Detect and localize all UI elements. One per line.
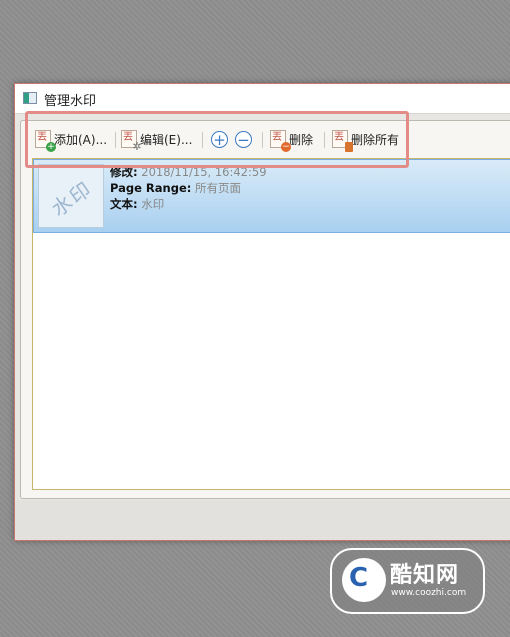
add-button[interactable]: 丟 + 添加(A)... xyxy=(35,128,108,152)
watermark-list: 水印 修改: 2018/11/15, 16:42:59 Page Range: … xyxy=(32,158,510,490)
delete-all-icon: 丟 xyxy=(332,130,353,152)
page-range-label: Page Range: xyxy=(110,181,192,195)
edit-watermark-icon: 丟 ✲ xyxy=(121,130,142,153)
brand-logo-icon: C xyxy=(342,558,386,602)
toolbar-separator xyxy=(324,132,325,148)
toolbar-separator xyxy=(115,132,116,148)
app-icon xyxy=(23,92,37,104)
manage-watermarks-window: 管理水印 丟 + 添加(A)... 丟 ✲ 编辑(E)... + − 丟 − 删除 丟 xyxy=(14,83,510,541)
delete-button-label: 删除 xyxy=(289,132,314,147)
site-watermark: C 酷知网 www.coozhi.com xyxy=(330,548,485,614)
thumbnail-text: 水印 xyxy=(46,176,97,222)
modified-line: 修改: 2018/11/15, 16:42:59 xyxy=(110,164,267,180)
text-label: 文本: xyxy=(110,197,138,211)
toolbar-separator xyxy=(202,132,203,148)
watermark-panel: 丟 + 添加(A)... 丟 ✲ 编辑(E)... + − 丟 − 删除 丟 删除所有 xyxy=(20,120,510,499)
edit-button[interactable]: 丟 ✲ 编辑(E)... xyxy=(121,128,193,153)
text-value: 水印 xyxy=(141,197,165,211)
delete-button[interactable]: 丟 − 删除 xyxy=(270,128,314,152)
text-line: 文本: 水印 xyxy=(110,196,267,212)
title-bar: 管理水印 xyxy=(15,84,510,114)
zoom-in-icon[interactable]: + xyxy=(211,131,228,148)
add-button-label: 添加(A)... xyxy=(54,132,108,147)
zoom-out-icon[interactable]: − xyxy=(235,131,252,148)
delete-watermark-icon: 丟 − xyxy=(270,130,291,152)
list-item[interactable]: 水印 修改: 2018/11/15, 16:42:59 Page Range: … xyxy=(33,159,510,233)
window-title: 管理水印 xyxy=(44,94,97,109)
brand-name: 酷知网 xyxy=(390,563,460,588)
toolbar: 丟 + 添加(A)... 丟 ✲ 编辑(E)... + − 丟 − 删除 丟 删除所有 xyxy=(21,121,510,156)
edit-button-label: 编辑(E)... xyxy=(140,132,193,147)
modified-label: 修改: xyxy=(110,165,138,179)
page-range-line: Page Range: 所有页面 xyxy=(110,180,267,196)
dialog-footer xyxy=(15,500,510,540)
watermark-thumbnail: 水印 xyxy=(38,164,104,228)
modified-value: 2018/11/15, 16:42:59 xyxy=(141,165,267,179)
delete-all-button-label: 删除所有 xyxy=(351,132,400,147)
page-range-value: 所有页面 xyxy=(195,181,242,195)
watermark-info: 修改: 2018/11/15, 16:42:59 Page Range: 所有页… xyxy=(110,164,267,212)
add-watermark-icon: 丟 + xyxy=(35,130,56,152)
brand-url: www.coozhi.com xyxy=(391,588,467,598)
delete-all-button[interactable]: 丟 删除所有 xyxy=(332,128,400,152)
toolbar-separator xyxy=(262,132,263,148)
